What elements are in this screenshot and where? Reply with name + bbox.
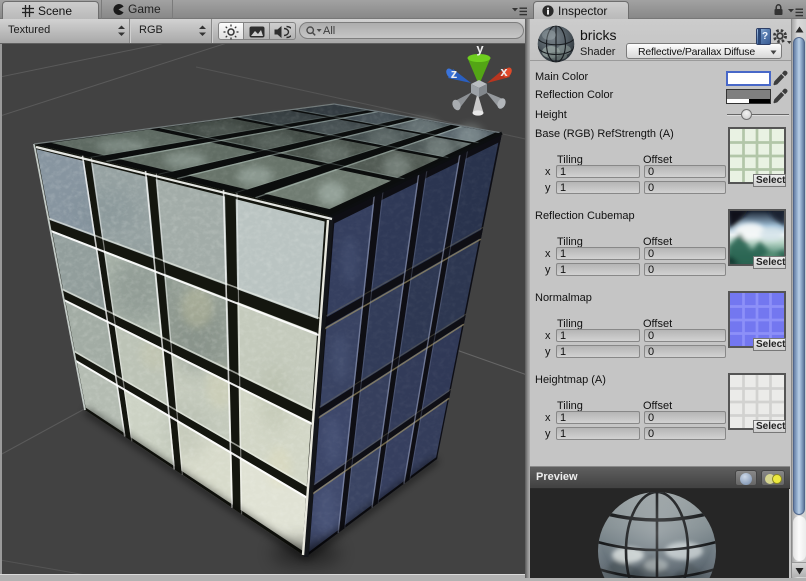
svg-text:z: z	[451, 66, 458, 81]
svg-text:x: x	[500, 64, 508, 79]
svg-text:y: y	[476, 44, 484, 56]
